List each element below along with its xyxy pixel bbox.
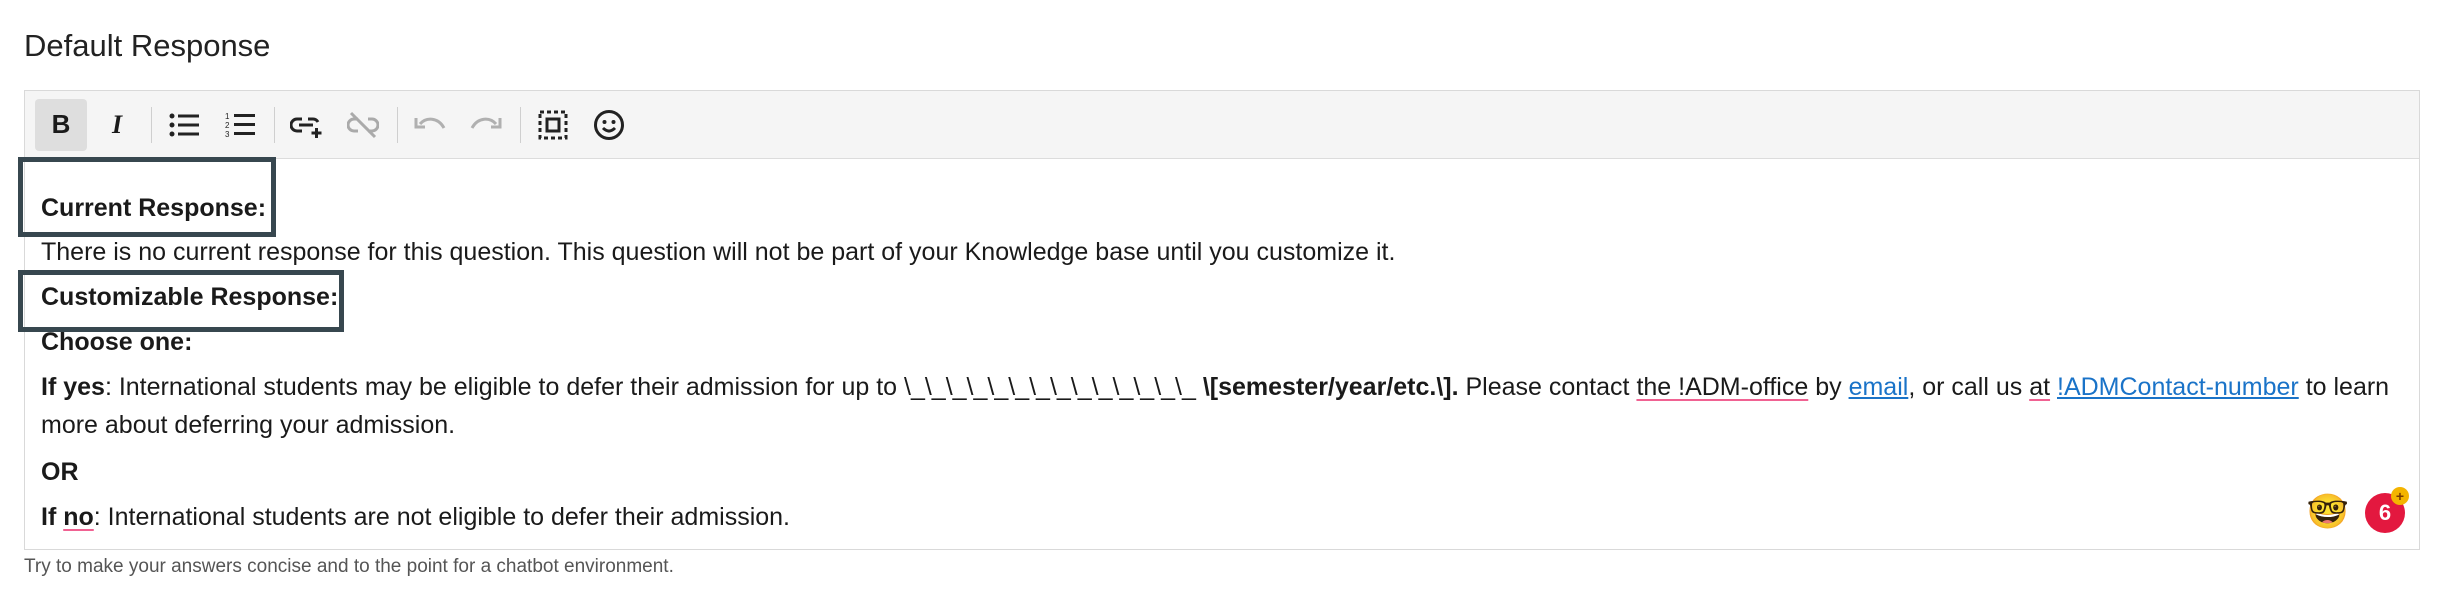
current-response-heading: Current Response: — [41, 194, 267, 222]
numbered-list-button[interactable]: 1 2 3 — [214, 99, 266, 151]
customizable-response-heading: Customizable Response: — [41, 283, 339, 311]
current-text: There is no current response for this qu… — [41, 238, 1396, 266]
toolbar-divider — [151, 106, 152, 143]
nerd-face-icon[interactable]: 🤓 — [2307, 493, 2349, 531]
link-add-icon — [290, 117, 322, 138]
if-no-paragraph: If no: International students are not el… — [41, 498, 790, 536]
editor-toolbar: B I 1 2 3 — [25, 91, 2419, 159]
page-title: Default Response — [24, 28, 271, 63]
placeholder-semester: \[semester/year/etc.\]. — [1202, 373, 1459, 401]
if-no-label-no: no — [63, 503, 94, 531]
select-all-button[interactable] — [527, 99, 579, 151]
call-us-text: , or call us — [1908, 373, 2030, 401]
at-text: at — [2029, 373, 2051, 401]
insert-link-button[interactable] — [281, 99, 333, 151]
bold-icon: B — [51, 109, 71, 139]
bullet-list-button[interactable] — [158, 99, 210, 151]
if-yes-text-2: Please contact — [1458, 373, 1637, 401]
by-text: by — [1808, 373, 1849, 401]
rich-text-editor[interactable]: B I 1 2 3 Current Response: There is no … — [18, 90, 2420, 550]
plus-icon: + — [2391, 487, 2409, 505]
toolbar-divider — [520, 106, 521, 143]
adm-office-text: the !ADM-office — [1636, 373, 1809, 401]
italic-button[interactable]: I — [91, 99, 143, 151]
editor-content[interactable]: Current Response: There is no current re… — [18, 157, 2419, 549]
helper-text: Try to make your answers concise and to … — [24, 556, 674, 577]
unlink-icon — [347, 111, 379, 138]
redo-icon — [470, 117, 502, 129]
bullet-list-icon — [169, 113, 199, 136]
unlink-button[interactable] — [337, 99, 389, 151]
badge-count: 6 — [2378, 500, 2392, 525]
redo-button[interactable] — [460, 99, 512, 151]
smiley-icon — [594, 109, 624, 140]
if-yes-label: If yes — [41, 373, 105, 401]
undo-icon — [414, 117, 446, 129]
italic-icon: I — [111, 109, 123, 139]
undo-button[interactable] — [404, 99, 456, 151]
if-yes-continuation: more about deferring your admission. — [41, 411, 456, 439]
if-no-text: : International students are not eligibl… — [93, 503, 791, 531]
svg-text:3: 3 — [225, 130, 230, 139]
select-all-icon — [538, 110, 568, 139]
numbered-list-icon: 1 2 3 — [225, 112, 255, 139]
if-no-label-if: If — [41, 503, 64, 531]
emoji-button[interactable] — [583, 99, 635, 151]
bold-button[interactable]: B — [35, 98, 87, 151]
if-yes-paragraph: If yes: International students may be el… — [41, 368, 2389, 406]
current-response-text: There is no current response for this qu… — [41, 233, 1395, 271]
toolbar-divider — [274, 106, 275, 143]
or-label: OR — [41, 458, 79, 486]
if-yes-text-1: : International students may be eligible… — [104, 373, 1203, 401]
adm-contact-number-link[interactable]: !ADMContact-number — [2057, 373, 2299, 401]
email-link[interactable]: email — [1849, 373, 1909, 401]
to-learn-text: to learn — [2298, 373, 2390, 401]
svg-text:2: 2 — [225, 121, 230, 130]
svg-text:1: 1 — [225, 112, 230, 121]
toolbar-divider — [397, 106, 398, 143]
choose-one-label: Choose one: — [41, 328, 193, 356]
notification-badge[interactable]: 6 + — [2365, 487, 2409, 533]
